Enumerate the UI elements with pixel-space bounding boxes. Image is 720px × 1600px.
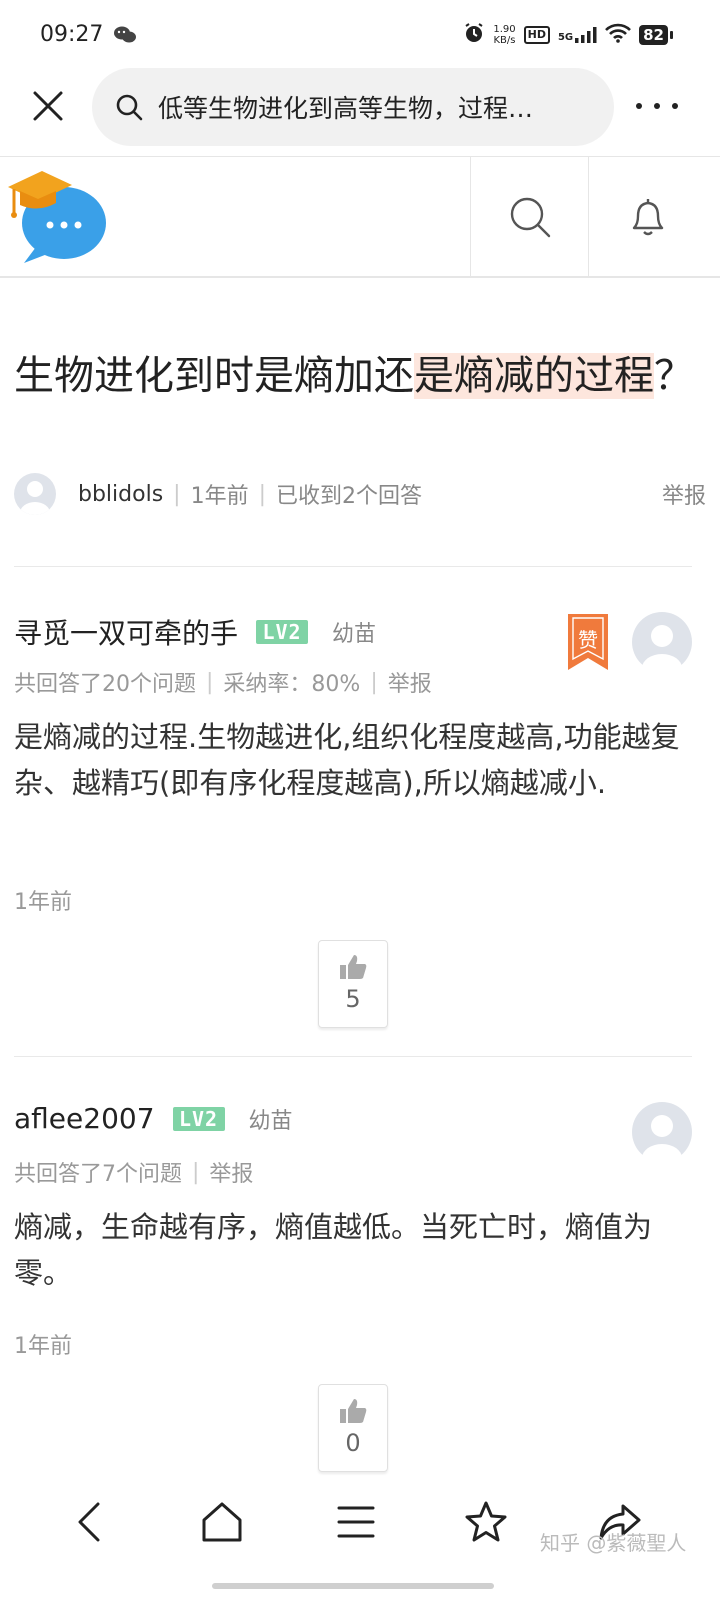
answer-count: 共回答了20个问题 xyxy=(14,672,196,697)
more-icon-dot xyxy=(636,103,642,109)
answer-header: 寻觅一双可牵的手 LV2 幼苗 xyxy=(14,612,376,652)
header-search-button[interactable] xyxy=(470,157,588,277)
url-search-text: 低等生物进化到高等生物，过程… xyxy=(158,94,534,123)
question-title-end: ？ xyxy=(654,353,694,399)
home-indicator[interactable] xyxy=(212,1583,494,1589)
more-icon-dot xyxy=(672,103,678,109)
more-button[interactable] xyxy=(632,88,682,124)
question-title-text: 生物进化到时是熵加还 xyxy=(14,353,414,399)
answer-stats: 共回答了20个问题 | 采纳率：80% | 举报 xyxy=(14,666,432,698)
answer-count: 共回答了7个问题 xyxy=(14,1162,182,1187)
user-avatar-icon xyxy=(632,612,692,682)
battery-indicator: 82 xyxy=(639,24,673,45)
praise-badge-text: 赞 xyxy=(578,628,598,652)
browser-toolbar: 低等生物进化到高等生物，过程… xyxy=(0,68,720,148)
like-count: 5 xyxy=(345,985,361,1013)
report-link[interactable]: 举报 xyxy=(388,666,432,698)
signal-icon: 5G xyxy=(557,26,597,43)
url-search-bar[interactable]: 低等生物进化到高等生物，过程… xyxy=(92,68,614,146)
separator: | xyxy=(258,481,266,507)
question-title-highlight: 是熵减的过程 xyxy=(414,353,654,399)
home-icon xyxy=(202,1502,242,1542)
divider xyxy=(14,1056,692,1057)
answer-avatar[interactable] xyxy=(632,1102,692,1172)
user-avatar-icon xyxy=(20,481,50,515)
level-name: 幼苗 xyxy=(332,622,377,647)
question-meta: bblidols | 1年前 | 已收到2个回答 举报 xyxy=(14,472,706,516)
more-icon-dot xyxy=(654,103,660,109)
separator: | xyxy=(173,481,181,507)
user-avatar-icon xyxy=(632,1102,692,1172)
watermark: 知乎 @紫薇聖人 xyxy=(540,1531,687,1555)
answer-body: 是熵减的过程.生物越进化,组织化程度越高,功能越复杂、越精巧(即有序化程度越高)… xyxy=(14,720,680,800)
menu-button[interactable] xyxy=(328,1494,384,1550)
answer-avatar[interactable] xyxy=(632,612,692,682)
answer-author[interactable]: aflee2007 xyxy=(14,1102,155,1135)
answer-stats: 共回答了7个问题 | 举报 xyxy=(14,1156,253,1188)
thumb-up-icon xyxy=(340,1399,367,1423)
network-type: 5G xyxy=(557,31,574,43)
question-time: 1年前 xyxy=(190,484,249,509)
close-button[interactable] xyxy=(28,86,68,126)
report-link[interactable]: 举报 xyxy=(662,478,706,510)
adoption-rate: 采纳率：80% xyxy=(223,672,361,697)
divider xyxy=(14,566,692,567)
search-icon xyxy=(116,94,143,121)
status-time: 09:27 xyxy=(40,22,104,47)
network-speed-value: 1.90 xyxy=(493,23,516,35)
wechat-icon xyxy=(114,26,136,48)
favorite-button[interactable] xyxy=(458,1494,514,1550)
question-author[interactable]: bblidols xyxy=(78,482,163,507)
question-answer-count: 已收到2个回答 xyxy=(276,484,422,509)
answer-body: 熵减，生命越有序，熵值越低。当死亡时，熵值为零。 xyxy=(14,1210,653,1290)
site-header xyxy=(0,156,720,278)
report-link[interactable]: 举报 xyxy=(209,1156,253,1188)
praise-badge: 赞 xyxy=(568,614,608,670)
network-speed-unit: KB/s xyxy=(493,34,516,46)
answer-time: 1年前 xyxy=(14,890,72,915)
question-title: 生物进化到时是熵加还是熵减的过程？ xyxy=(14,352,694,400)
search-icon xyxy=(510,197,550,238)
menu-icon xyxy=(337,1506,375,1538)
hd-badge: HD xyxy=(523,25,550,44)
like-button[interactable]: 0 xyxy=(318,1384,388,1472)
alarm-icon xyxy=(463,22,485,47)
status-icons: 1.90 KB/s HD 5G 82 xyxy=(463,22,673,47)
status-bar: 09:27 1.90 KB/s HD 5G 82 xyxy=(0,0,720,70)
level-badge: LV2 xyxy=(256,620,309,644)
like-count: 0 xyxy=(345,1429,361,1457)
answer-header: aflee2007 LV2 幼苗 xyxy=(14,1102,293,1135)
home-button[interactable] xyxy=(194,1494,250,1550)
network-speed: 1.90 KB/s xyxy=(493,24,515,46)
level-name: 幼苗 xyxy=(248,1108,293,1134)
bell-icon xyxy=(632,199,663,236)
close-icon xyxy=(33,91,63,121)
thumb-up-icon xyxy=(340,955,367,979)
star-icon xyxy=(465,1501,507,1542)
answer-time: 1年前 xyxy=(14,1334,72,1359)
back-icon xyxy=(78,1502,100,1542)
site-logo[interactable] xyxy=(6,165,110,265)
wifi-icon xyxy=(605,23,632,46)
back-button[interactable] xyxy=(62,1494,118,1550)
separator: | xyxy=(206,669,214,695)
separator: | xyxy=(370,669,378,695)
level-badge: LV2 xyxy=(172,1106,225,1131)
like-button[interactable]: 5 xyxy=(318,940,388,1028)
notification-button[interactable] xyxy=(588,157,706,277)
answer-author[interactable]: 寻觅一双可牵的手 xyxy=(14,612,238,652)
separator: | xyxy=(192,1159,200,1185)
avatar[interactable] xyxy=(14,473,56,515)
